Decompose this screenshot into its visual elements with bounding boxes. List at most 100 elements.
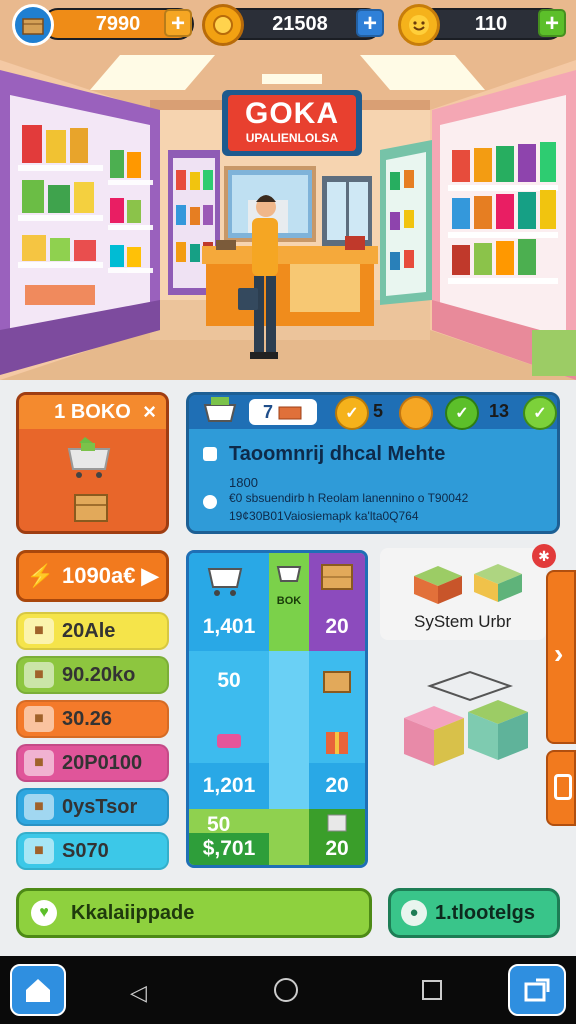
- list-item-label: 20P0100: [62, 751, 143, 774]
- crate-icon: [12, 4, 54, 46]
- grid-value-1: 1,401: [202, 615, 256, 638]
- cart-icon: [207, 568, 243, 596]
- gem-icon: ■: [24, 618, 54, 644]
- list-item-label: 30.26: [62, 707, 113, 730]
- preview-card[interactable]: SyStem Urbr: [380, 548, 546, 640]
- preview-label: SyStem Urbr: [414, 612, 512, 631]
- list-item-label: S070: [62, 839, 109, 862]
- inventory-grid: 1,401 BOK 20 50 1,201 20 50 $,701 20: [186, 550, 368, 868]
- gear-badge-icon[interactable]: ✱: [532, 544, 556, 568]
- game-panel: 1 BOKO × 7 ✓ 5 ✓ 13 ✓ Taoomnrij dhcal Me…: [0, 380, 576, 956]
- list-item[interactable]: ■ 30.26: [16, 700, 169, 738]
- info-line-3: 19¢30B01Vaiosiemapk ka'lta0Q764: [229, 509, 419, 523]
- badge-level-value: 13: [489, 401, 510, 421]
- side-tab[interactable]: ›: [546, 570, 576, 744]
- close-icon[interactable]: ×: [143, 399, 156, 425]
- home-icon: [26, 979, 50, 1002]
- shop-card[interactable]: 1 BOKO ×: [16, 392, 169, 534]
- chevron-right-icon[interactable]: ›: [554, 638, 563, 670]
- badge-boxes: 7: [249, 399, 317, 425]
- check-green-icon: ✓: [445, 396, 479, 430]
- recents-nav-icon[interactable]: [422, 980, 442, 1000]
- grid-cell-4-icon[interactable]: [309, 651, 365, 711]
- list-item-label: 20Ale: [62, 619, 116, 642]
- baskets-icon: [404, 670, 528, 766]
- grid-cell-3[interactable]: 50: [189, 651, 269, 711]
- home-button[interactable]: [10, 964, 66, 1016]
- add-happiness-button[interactable]: +: [538, 9, 566, 37]
- play-icon: ▶: [141, 563, 159, 588]
- info-line-2: €0 sbsuendirb h Reolam lanennino o T9004…: [229, 491, 469, 505]
- grid-value-3: 50: [217, 669, 241, 692]
- info-line-1: 1800: [229, 475, 258, 490]
- list-item[interactable]: ■ S070: [16, 832, 169, 870]
- grid-cell-6-icon[interactable]: [309, 711, 365, 771]
- box-icon: [323, 671, 351, 693]
- tools-button[interactable]: ● 1.tlootelgs: [388, 888, 560, 938]
- grid-cell-11[interactable]: 20: [309, 809, 365, 865]
- info-bullet-icon: [203, 495, 217, 509]
- star-icon: ■: [24, 794, 54, 820]
- lock-icon: [554, 774, 572, 800]
- grid-cell-8[interactable]: 20: [309, 763, 365, 809]
- list-item-label: 0ysTsor: [62, 795, 138, 818]
- list-item[interactable]: ■ 90.20ko: [16, 656, 169, 694]
- box-icon: ■: [24, 662, 54, 688]
- brick-icon: [278, 406, 302, 420]
- grid-value-5: 20: [325, 774, 349, 797]
- upgrade-button[interactable]: ♥ Kkalaiippade: [16, 888, 372, 938]
- wrench-icon: ■: [24, 838, 54, 864]
- tools-button-label: 1.tlootelgs: [435, 901, 536, 924]
- store-sign-title: GOKA: [245, 97, 339, 130]
- sell-button-label: 1090a€: [62, 563, 136, 588]
- check-icon[interactable]: ✓: [523, 396, 557, 430]
- grid-cell-7[interactable]: 1,201: [189, 763, 269, 809]
- grid-header-label: BOK: [276, 595, 302, 607]
- badge-coins-value: 5: [373, 401, 384, 421]
- list-item-label: 90.20ko: [62, 663, 136, 686]
- grid-cell-10[interactable]: $,701: [189, 833, 269, 865]
- shield-icon: ■: [24, 750, 54, 776]
- gift-icon: ■: [24, 706, 54, 732]
- share-button[interactable]: [508, 964, 566, 1016]
- grid-value-2: 20: [325, 615, 349, 638]
- info-title: Taoomnrij dhcal Mehte: [229, 443, 446, 465]
- info-card: 7 ✓ 5 ✓ 13 ✓ Taoomnrij dhcal Mehte 1800 …: [186, 392, 560, 534]
- store-sign-subtitle: UPALIENLOLSA: [245, 131, 339, 145]
- cart-icon: [67, 437, 111, 522]
- navigation-bar: ◁: [0, 956, 576, 1024]
- crate-resource-value: 7990: [95, 12, 141, 35]
- add-coins-button[interactable]: +: [356, 9, 384, 37]
- lightning-icon: ⚡: [26, 563, 55, 588]
- side-tab-2[interactable]: [546, 750, 576, 826]
- basket-icon: [203, 397, 237, 422]
- grid-cell-1[interactable]: 1,401: [189, 553, 269, 651]
- crates-icon: [414, 564, 522, 604]
- store-scene: GOKA UPALIENLOLSA: [0, 0, 576, 380]
- list-item[interactable]: ■ 20P0100: [16, 744, 169, 782]
- grid-value-4: 1,201: [202, 774, 256, 797]
- recycle-icon: [327, 814, 347, 832]
- grid-value-7: $,701: [202, 837, 256, 860]
- grid-cell-5-icon[interactable]: [189, 711, 269, 771]
- info-bullet-icon: [203, 447, 217, 461]
- back-nav-icon[interactable]: ◁: [130, 980, 147, 1006]
- shield-icon: ●: [401, 900, 427, 926]
- add-crates-button[interactable]: +: [164, 9, 192, 37]
- coin-icon: [399, 396, 433, 430]
- home-nav-icon[interactable]: [274, 978, 298, 1002]
- sell-button[interactable]: ⚡ 1090a€ ▶: [16, 550, 169, 602]
- list-item[interactable]: ■ 20Ale: [16, 612, 169, 650]
- grid-cell-header: BOK: [269, 553, 309, 651]
- shop-card-title: 1 BOKO: [54, 400, 131, 423]
- upgrade-button-label: Kkalaiippade: [71, 901, 195, 924]
- share-icon: [524, 978, 550, 1002]
- crate-icon: [321, 564, 353, 590]
- resource-bar: 7990 + 21508 + 110 +: [0, 0, 576, 52]
- grid-cell-2[interactable]: 20: [309, 553, 365, 651]
- list-item[interactable]: ■ 0ysTsor: [16, 788, 169, 826]
- check-coin-icon: ✓: [335, 396, 369, 430]
- grid-value-8: 20: [325, 837, 349, 860]
- smiley-icon: [398, 4, 440, 46]
- heart-icon: ♥: [31, 900, 57, 926]
